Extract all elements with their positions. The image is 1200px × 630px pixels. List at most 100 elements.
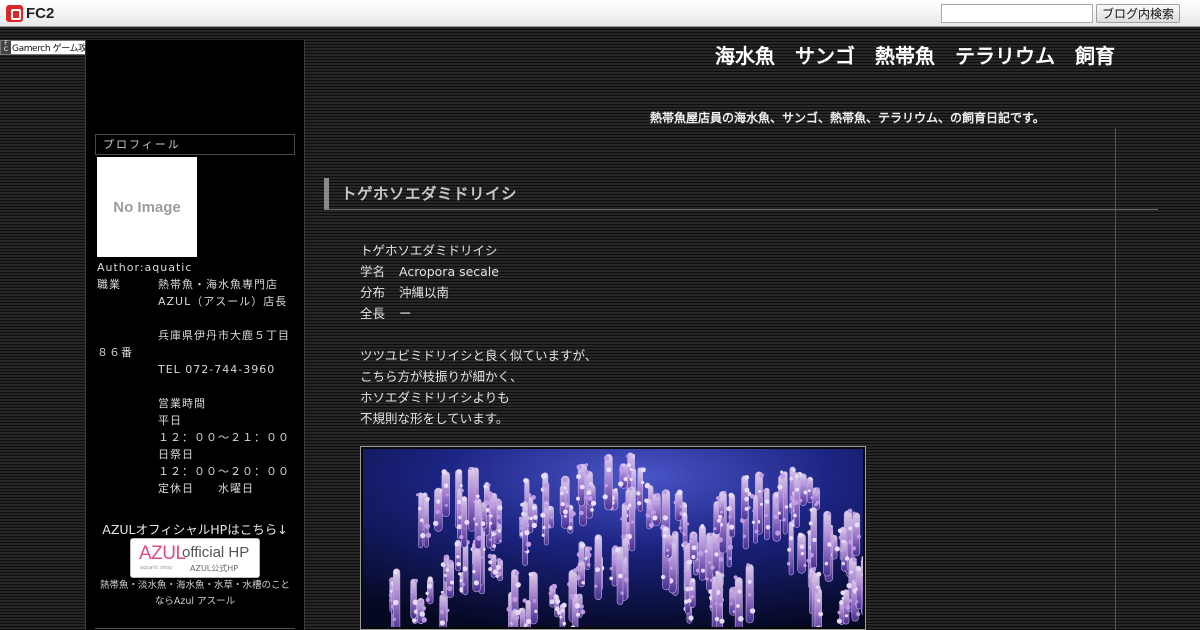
- coral-polyp: [492, 544, 496, 548]
- coral-polyp: [839, 547, 845, 553]
- coral-branch: [528, 496, 534, 533]
- coral-polyp: [749, 608, 756, 614]
- coral-branch: [611, 546, 618, 587]
- coral-polyp: [443, 483, 449, 488]
- azul-official-link-text[interactable]: AZULオフィシャルHPはこちら↓: [86, 519, 304, 538]
- coral-branch: [604, 454, 613, 511]
- coral-polyp: [640, 467, 646, 473]
- coral-polyp: [682, 541, 688, 547]
- coral-branch: [841, 539, 848, 572]
- coral-polyp: [462, 566, 468, 572]
- coral-polyp: [793, 513, 797, 518]
- coral-polyp: [623, 476, 628, 482]
- coral-polyp: [620, 591, 624, 595]
- coral-polyp: [515, 582, 521, 588]
- coral-polyp: [522, 598, 527, 603]
- coral-polyp: [856, 611, 861, 617]
- coral-polyp: [531, 495, 536, 500]
- coral-polyp: [733, 575, 738, 580]
- coral-polyp: [655, 493, 661, 498]
- coral-polyp: [714, 602, 718, 606]
- length-value: ー: [399, 306, 412, 321]
- coral-polyp: [764, 513, 768, 518]
- coral-polyp: [544, 491, 548, 495]
- coral-polyp: [690, 594, 694, 599]
- coral-polyp: [420, 532, 426, 539]
- profile-closed-day: 定休日 水曜日: [158, 482, 254, 495]
- coral-polyp: [560, 608, 565, 613]
- coral-polyp: [775, 498, 780, 503]
- coral-polyp: [803, 490, 808, 495]
- coral-polyp: [717, 518, 721, 523]
- coral-polyp: [436, 499, 441, 504]
- coral-polyp: [662, 515, 668, 521]
- coral-polyp: [827, 526, 833, 533]
- azul-caption: 熱帯魚・淡水魚・海水魚・水草・水槽のこと ならAzul アスール: [86, 578, 304, 610]
- coral-polyp: [389, 598, 393, 602]
- coral-polyp: [716, 496, 721, 501]
- coral-polyp: [744, 506, 749, 511]
- coral-polyp: [640, 480, 645, 485]
- coral-polyp: [626, 462, 632, 468]
- coral-polyp: [570, 505, 574, 509]
- coral-polyp: [416, 493, 420, 497]
- coral-polyp: [576, 474, 582, 480]
- blog-search-button[interactable]: ブログ内検索: [1096, 4, 1180, 23]
- coral-polyp: [644, 498, 649, 504]
- coral-polyp: [666, 554, 670, 558]
- coral-polyp: [729, 524, 735, 530]
- coral-polyp: [435, 509, 440, 515]
- coral-polyp: [841, 597, 845, 600]
- entry-title[interactable]: トゲホソエダミドリイシ: [341, 182, 517, 204]
- coral-polyp: [499, 539, 502, 543]
- coral-polyp: [484, 500, 490, 506]
- coral-polyp: [854, 522, 860, 528]
- blog-search-input[interactable]: [941, 4, 1093, 23]
- sidebar-divider: [95, 628, 295, 629]
- coral-polyp: [581, 581, 585, 585]
- fc2-logo[interactable]: FC2: [6, 4, 54, 23]
- coral-branch: [543, 501, 549, 546]
- coral-polyp: [713, 527, 717, 531]
- profile-weekday-hours: １２：００～２１：００: [158, 431, 290, 444]
- coral-polyp: [528, 572, 533, 577]
- coral-polyp: [844, 614, 848, 618]
- coral-polyp: [691, 578, 695, 583]
- coral-polyp: [489, 521, 493, 525]
- coral-polyp: [487, 493, 493, 499]
- coral-polyp: [714, 616, 720, 622]
- coral-polyp: [773, 514, 778, 520]
- coral-polyp: [602, 494, 608, 500]
- azul-official-banner[interactable]: AZUL aquatic shop official HP AZUL公式HP: [130, 538, 260, 578]
- coral-polyp: [564, 486, 568, 490]
- coral-photo[interactable]: [360, 446, 866, 630]
- coral-polyp: [461, 582, 465, 586]
- coral-polyp: [841, 539, 845, 544]
- coral-polyp: [754, 529, 759, 534]
- entry-desc-line4: 不規則な形をしています。: [360, 411, 509, 426]
- coral-polyp: [475, 522, 478, 526]
- coral-polyp: [728, 515, 732, 519]
- coral-polyp: [812, 537, 817, 543]
- coral-polyp: [476, 494, 480, 499]
- length-label: 全長: [360, 306, 386, 321]
- coral-polyp: [777, 511, 781, 515]
- coral-polyp: [817, 598, 821, 603]
- coral-polyp: [715, 570, 720, 575]
- coral-polyp: [699, 539, 704, 544]
- coral-polyp: [744, 475, 750, 480]
- coral-polyp: [838, 535, 843, 540]
- coral-polyp: [560, 501, 565, 507]
- coral-polyp: [460, 506, 466, 512]
- coral-polyp: [541, 473, 547, 479]
- coral-polyp: [392, 617, 396, 621]
- coral-polyp: [837, 528, 843, 534]
- site-title[interactable]: 海水魚 サンゴ 熱帯魚 テラリウム 飼育: [715, 40, 1115, 69]
- coral-polyp: [584, 463, 588, 467]
- coral-polyp: [521, 512, 526, 516]
- coral-polyp: [615, 560, 621, 566]
- coral-polyp: [496, 558, 502, 563]
- coral-branch: [652, 493, 661, 526]
- coral-polyp: [629, 487, 633, 491]
- coral-polyp: [803, 563, 807, 568]
